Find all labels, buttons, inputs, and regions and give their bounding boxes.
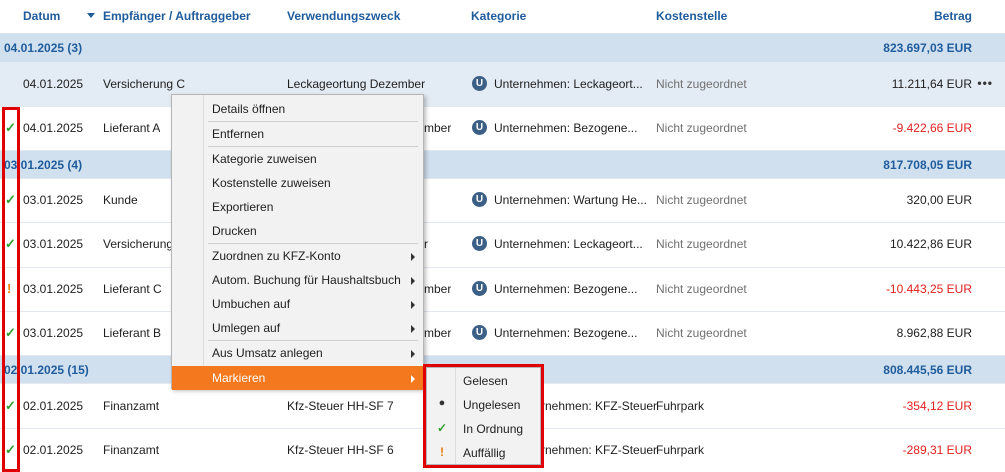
- table-header: Datum Empfänger / Auftraggeber Verwendun…: [0, 0, 1005, 34]
- row-cost-center: Nicht zugeordnet: [656, 77, 747, 91]
- row-cost-center: Nicht zugeordnet: [656, 326, 747, 340]
- menu-item-kostenstelle[interactable]: Kostenstelle zuweisen: [172, 171, 423, 195]
- row-date: 03.01.2025: [23, 237, 84, 251]
- row-amount: 320,00 EUR: [906, 193, 972, 207]
- category-u-icon: U: [472, 236, 487, 251]
- submenu-arrow-icon: [411, 375, 415, 383]
- row-payee: Lieferant C: [103, 282, 162, 296]
- row-amount: -354,12 EUR: [902, 399, 972, 413]
- row-amount: 11.211,64 EUR: [891, 77, 972, 91]
- row-category: Unternehmen: Bezogene...: [494, 326, 638, 340]
- row-date: 04.01.2025: [23, 77, 84, 91]
- submenu-highlight: [423, 364, 544, 468]
- row-cost-center: Fuhrpark: [656, 399, 705, 413]
- table-row[interactable]: ✓ 03.01.2025 Versicherung r U Unternehme…: [0, 223, 1005, 268]
- column-header-betrag[interactable]: Betrag: [934, 9, 972, 23]
- row-category: rnehmen: KFZ-Steuer: [541, 399, 658, 413]
- column-header-kategorie[interactable]: Kategorie: [471, 9, 526, 23]
- row-payee: Finanzamt: [103, 443, 160, 457]
- row-cost-center: Nicht zugeordnet: [656, 237, 747, 251]
- row-amount: 8.962,88 EUR: [896, 326, 972, 340]
- menu-item-kfz-konto[interactable]: Zuordnen zu KFZ-Konto: [172, 244, 423, 268]
- row-payee: Lieferant A: [103, 121, 161, 135]
- category-u-icon: U: [472, 281, 487, 296]
- category-u-icon: U: [472, 325, 487, 340]
- row-category: Unternehmen: Bezogene...: [494, 282, 638, 296]
- menu-item-umbuchen[interactable]: Umbuchen auf: [172, 292, 423, 316]
- row-category: Unternehmen: Wartung He...: [494, 193, 647, 207]
- row-cost-center: Nicht zugeordnet: [656, 121, 747, 135]
- row-date: 02.01.2025: [23, 443, 84, 457]
- table-row[interactable]: ✓ 03.01.2025 Kunde U Unternehmen: Wartun…: [0, 179, 1005, 223]
- menu-item-exportieren[interactable]: Exportieren: [172, 195, 423, 219]
- row-date: 03.01.2025: [23, 193, 84, 207]
- row-amount: -289,31 EUR: [902, 443, 972, 457]
- row-date: 03.01.2025: [23, 326, 84, 340]
- sort-descending-icon[interactable]: [87, 13, 95, 18]
- menu-item-aus-umsatz[interactable]: Aus Umsatz anlegen: [172, 341, 423, 365]
- table-row[interactable]: ✓ 03.01.2025 Lieferant B mber U Unterneh…: [0, 312, 1005, 356]
- row-payee: Versicherung C: [103, 77, 186, 91]
- row-payee: Versicherung: [103, 237, 174, 251]
- submenu-arrow-icon: [411, 277, 415, 285]
- row-payee: Kunde: [103, 193, 138, 207]
- menu-item-markieren[interactable]: Markieren: [172, 366, 423, 390]
- row-amount: -10.443,25 EUR: [885, 282, 972, 296]
- table-row[interactable]: ! 03.01.2025 Lieferant C mber U Unterneh…: [0, 268, 1005, 312]
- group-sum: 817.708,05 EUR: [883, 158, 972, 172]
- submenu-arrow-icon: [411, 325, 415, 333]
- column-header-kostenstelle[interactable]: Kostenstelle: [656, 9, 727, 23]
- column-header-verwendungszweck[interactable]: Verwendungszweck: [287, 9, 400, 23]
- column-header-empfaenger[interactable]: Empfänger / Auftraggeber: [103, 9, 251, 23]
- category-u-icon: U: [472, 76, 487, 91]
- menu-item-autom-buchung[interactable]: Autom. Buchung für Haushaltsbuch: [172, 268, 423, 292]
- group-row[interactable]: 03.01.2025 (4) 817.708,05 EUR: [0, 151, 1005, 179]
- row-purpose: Leckageortung Dezember: [287, 77, 426, 91]
- row-payee: Lieferant B: [103, 326, 162, 340]
- row-cost-center: Fuhrpark: [656, 443, 705, 457]
- menu-item-entfernen[interactable]: Entfernen: [172, 122, 423, 146]
- row-purpose: r: [424, 237, 428, 251]
- row-amount: -9.422,66 EUR: [892, 121, 972, 135]
- row-purpose: mber: [424, 326, 452, 340]
- category-u-icon: U: [472, 120, 487, 135]
- group-label: 04.01.2025 (3): [4, 41, 83, 55]
- row-category: Unternehmen: Bezogene...: [494, 121, 638, 135]
- group-sum: 808.445,56 EUR: [883, 363, 972, 377]
- status-column-highlight: [2, 107, 20, 472]
- row-purpose: mber: [424, 121, 452, 135]
- submenu-arrow-icon: [411, 350, 415, 358]
- submenu-arrow-icon: [411, 301, 415, 309]
- row-purpose: mber: [424, 282, 452, 296]
- group-sum: 823.697,03 EUR: [883, 41, 972, 55]
- more-options-icon[interactable]: •••: [977, 76, 993, 90]
- submenu-arrow-icon: [411, 253, 415, 261]
- menu-item-drucken[interactable]: Drucken: [172, 219, 423, 243]
- category-u-icon: U: [472, 192, 487, 207]
- row-date: 03.01.2025: [23, 282, 84, 296]
- row-category: Unternehmen: Leckageort...: [494, 77, 643, 91]
- row-category: Unternehmen: Leckageort...: [494, 237, 643, 251]
- row-date: 02.01.2025: [23, 399, 84, 413]
- row-purpose: Kfz-Steuer HH-SF 7: [287, 399, 394, 413]
- menu-item-kategorie[interactable]: Kategorie zuweisen: [172, 147, 423, 171]
- table-row[interactable]: 04.01.2025 Versicherung C Leckageortung …: [0, 62, 1005, 107]
- context-menu: Details öffnen Entfernen Kategorie zuwei…: [171, 94, 424, 390]
- row-category: rnehmen: KFZ-Steuer: [541, 443, 658, 457]
- row-amount: 10.422,86 EUR: [889, 237, 972, 251]
- row-payee: Finanzamt: [103, 399, 160, 413]
- column-header-datum[interactable]: Datum: [23, 9, 60, 23]
- menu-item-umlegen[interactable]: Umlegen auf: [172, 316, 423, 340]
- row-cost-center: Nicht zugeordnet: [656, 282, 747, 296]
- table-row[interactable]: ✓ 04.01.2025 Lieferant A mber U Unterneh…: [0, 107, 1005, 151]
- row-date: 04.01.2025: [23, 121, 84, 135]
- row-purpose: Kfz-Steuer HH-SF 6: [287, 443, 394, 457]
- row-cost-center: Nicht zugeordnet: [656, 193, 747, 207]
- group-row[interactable]: 04.01.2025 (3) 823.697,03 EUR: [0, 34, 1005, 63]
- menu-item-details[interactable]: Details öffnen: [172, 97, 423, 121]
